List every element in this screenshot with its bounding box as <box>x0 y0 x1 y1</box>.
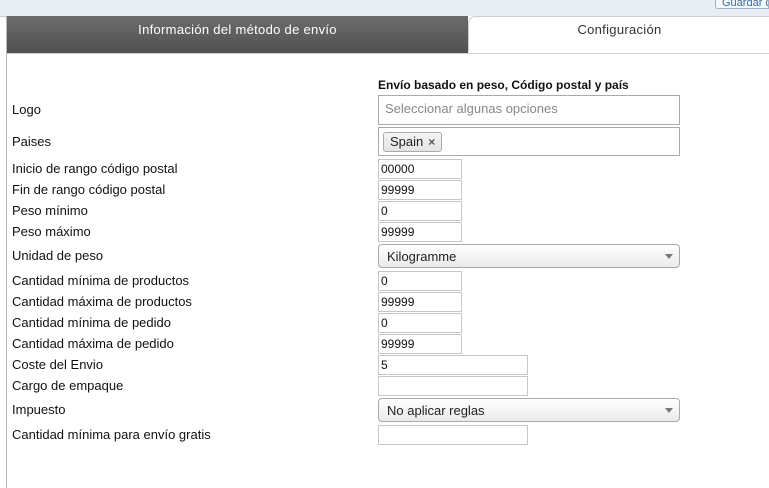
tax-value: No aplicar reglas <box>387 403 485 418</box>
section-title: Envío basado en peso, Código postal y pa… <box>378 78 629 92</box>
free-shipping-min-input[interactable] <box>378 425 528 445</box>
chevron-down-icon <box>665 408 673 413</box>
logo-placeholder: Seleccionar algunas opciones <box>385 101 558 116</box>
qty-max-input[interactable] <box>378 292 462 312</box>
save-link[interactable]: Guardar c <box>715 0 769 9</box>
tab-configuration[interactable]: Configuración <box>468 16 769 52</box>
qty-min-label: Cantidad mínima de productos <box>12 273 190 288</box>
country-tag-spain: Spain × <box>383 132 443 152</box>
remove-tag-icon[interactable]: × <box>428 135 435 149</box>
postal-end-label: Fin de rango código postal <box>12 182 166 197</box>
weight-min-input[interactable] <box>378 201 462 221</box>
tab-shipping-method-info[interactable]: Información del método de envío <box>7 16 468 53</box>
tax-label: Impuesto <box>12 402 66 417</box>
order-min-label: Cantidad mínima de pedido <box>12 315 171 330</box>
order-max-input[interactable] <box>378 334 462 354</box>
weight-unit-select[interactable]: Kilogramme <box>378 244 680 268</box>
shipping-cost-input[interactable] <box>378 355 528 375</box>
weight-max-label: Peso máximo <box>12 224 91 239</box>
countries-multiselect[interactable]: Spain × <box>378 127 680 156</box>
logo-label: Logo <box>12 102 41 117</box>
postal-end-input[interactable] <box>378 180 462 200</box>
country-tag-label: Spain <box>390 134 424 149</box>
tab-divider <box>7 53 769 54</box>
free-shipping-min-label: Cantidad mínima para envío gratis <box>12 427 211 442</box>
top-bar: Guardar c <box>0 0 769 17</box>
logo-multiselect[interactable]: Seleccionar algunas opciones <box>378 95 680 125</box>
postal-start-label: Inicio de rango código postal <box>12 161 178 176</box>
packing-charge-label: Cargo de empaque <box>12 378 124 393</box>
shipping-method-panel: Información del método de envío Configur… <box>6 16 769 488</box>
countries-label: Paises <box>12 134 52 149</box>
qty-max-label: Cantidad máxima de productos <box>12 294 192 309</box>
weight-max-input[interactable] <box>378 222 462 242</box>
order-min-input[interactable] <box>378 313 462 333</box>
postal-start-input[interactable] <box>378 159 462 179</box>
packing-charge-input[interactable] <box>378 376 528 396</box>
tax-select[interactable]: No aplicar reglas <box>378 398 680 422</box>
weight-unit-label: Unidad de peso <box>12 248 104 263</box>
shipping-cost-label: Coste del Envio <box>12 357 104 372</box>
weight-unit-value: Kilogramme <box>387 249 457 264</box>
qty-min-input[interactable] <box>378 271 462 291</box>
chevron-down-icon <box>665 254 673 259</box>
order-max-label: Cantidad máxima de pedido <box>12 336 174 351</box>
tab-bar: Información del método de envío Configur… <box>7 16 769 53</box>
weight-min-label: Peso mínimo <box>12 203 88 218</box>
